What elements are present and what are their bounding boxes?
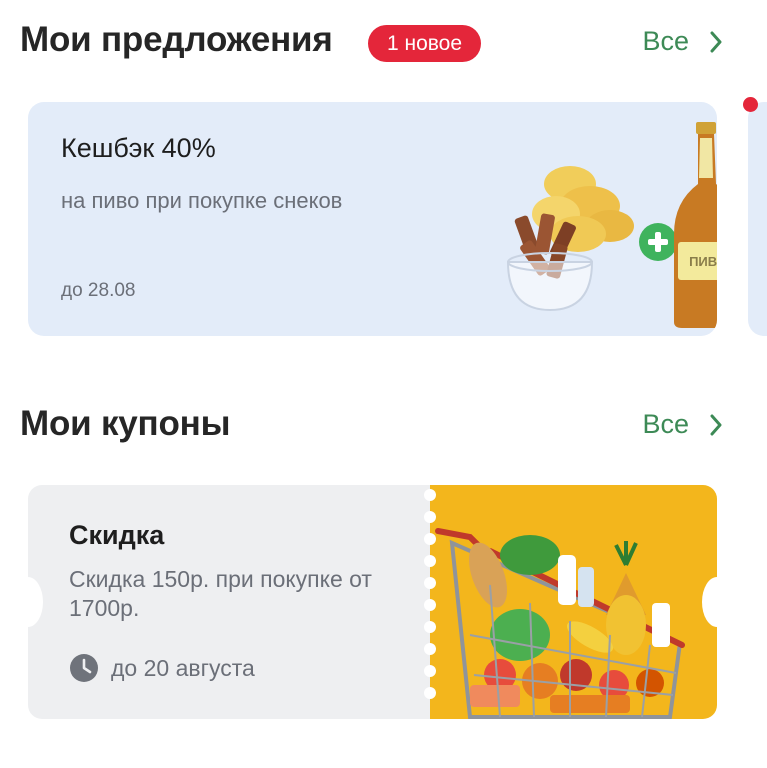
coupon-notch-left	[13, 577, 43, 627]
offers-section-title: Мои предложения	[20, 20, 333, 59]
offer-title: Кешбэк 40%	[61, 133, 216, 163]
coupons-see-all-link[interactable]: Все	[642, 409, 723, 440]
offers-see-all-link[interactable]: Все	[642, 26, 723, 57]
offer-subtitle: на пиво при покупке снеков	[61, 188, 343, 213]
next-offer-card[interactable]	[748, 102, 767, 336]
coupon-info-panel: Скидка Скидка 150р. при покупке от 1700р…	[28, 485, 430, 719]
coupons-see-all-label: Все	[642, 409, 689, 439]
coupon-expiry: до 20 августа	[69, 653, 255, 683]
chevron-right-icon	[710, 414, 722, 435]
chevron-right-icon	[710, 31, 722, 52]
beer-and-snacks-illustration: ПИВО	[506, 122, 717, 328]
unread-indicator	[743, 97, 758, 112]
offer-card[interactable]: Кешбэк 40% на пиво при покупке снеков до…	[28, 102, 717, 336]
coupon-card[interactable]: Скидка Скидка 150р. при покупке от 1700р…	[13, 485, 732, 719]
coupon-image	[430, 485, 717, 719]
clock-icon	[70, 654, 98, 682]
coupon-description: Скидка 150р. при покупке от 1700р.	[69, 566, 372, 621]
new-offers-badge: 1 новое	[368, 25, 481, 62]
grocery-cart-illustration	[435, 528, 685, 719]
offers-see-all-label: Все	[642, 26, 689, 56]
plus-icon	[639, 223, 677, 261]
coupon-title: Скидка	[69, 520, 165, 550]
coupon-notch-right	[702, 577, 732, 627]
coupon-valid-until: до 20 августа	[111, 654, 255, 681]
beer-bottle-illustration: ПИВО	[674, 122, 717, 328]
offer-valid-until: до 28.08	[61, 280, 136, 301]
coupons-section-title: Мои купоны	[20, 404, 231, 443]
svg-text:ПИВО: ПИВО	[689, 254, 717, 269]
